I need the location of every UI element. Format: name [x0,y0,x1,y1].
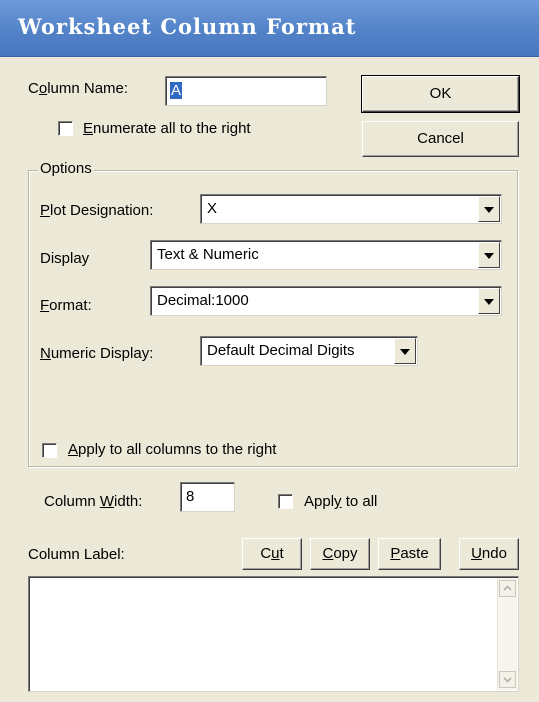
column-name-label: Column Name: [28,80,129,97]
cut-button[interactable]: Cut [242,538,302,570]
column-name-input[interactable]: A [165,76,327,106]
numeric-display-select[interactable]: Default Decimal Digits [200,336,418,366]
plot-designation-label: Plot Designation: [40,202,154,219]
chevron-down-icon[interactable] [394,338,416,364]
enumerate-checkbox[interactable] [58,121,73,136]
undo-button[interactable]: Undo [459,538,519,570]
apply-columns-right-checkbox[interactable] [42,443,57,458]
column-label-textarea[interactable] [28,576,519,692]
column-width-value: 8 [186,488,195,505]
plot-designation-select[interactable]: X [200,194,502,224]
vertical-scrollbar[interactable] [497,578,517,690]
column-name-value: A [170,82,183,99]
chevron-down-icon[interactable] [478,242,500,268]
numeric-display-label: Numeric Display: [40,345,154,362]
enumerate-label[interactable]: Enumerate all to the right [83,120,251,137]
title-bar[interactable]: Worksheet Column Format [0,0,539,57]
column-label-label: Column Label: [28,546,125,563]
copy-button[interactable]: Copy [310,538,370,570]
display-select[interactable]: Text & Numeric [150,240,502,270]
plot-designation-value: X [207,200,218,217]
format-value: Decimal:1000 [157,292,249,309]
column-width-label: Column Width: [44,493,143,510]
format-select[interactable]: Decimal:1000 [150,286,502,316]
scroll-down-icon[interactable] [499,671,516,688]
scroll-up-icon[interactable] [499,580,516,597]
cancel-button[interactable]: Cancel [362,121,519,157]
chevron-down-icon[interactable] [478,196,500,222]
format-label: Format: [40,297,92,314]
window-title: Worksheet Column Format [18,14,357,39]
options-legend: Options [38,160,94,177]
apply-columns-right-label[interactable]: Apply to all columns to the right [68,441,276,458]
display-value: Text & Numeric [157,246,259,263]
apply-to-all-label[interactable]: Apply to all [304,493,377,510]
column-width-input[interactable]: 8 [180,482,235,512]
ok-button[interactable]: OK [361,75,520,113]
apply-to-all-checkbox[interactable] [278,494,293,509]
display-label: Display [40,250,90,267]
numeric-display-value: Default Decimal Digits [207,342,355,359]
paste-button[interactable]: Paste [378,538,441,570]
chevron-down-icon[interactable] [478,288,500,314]
